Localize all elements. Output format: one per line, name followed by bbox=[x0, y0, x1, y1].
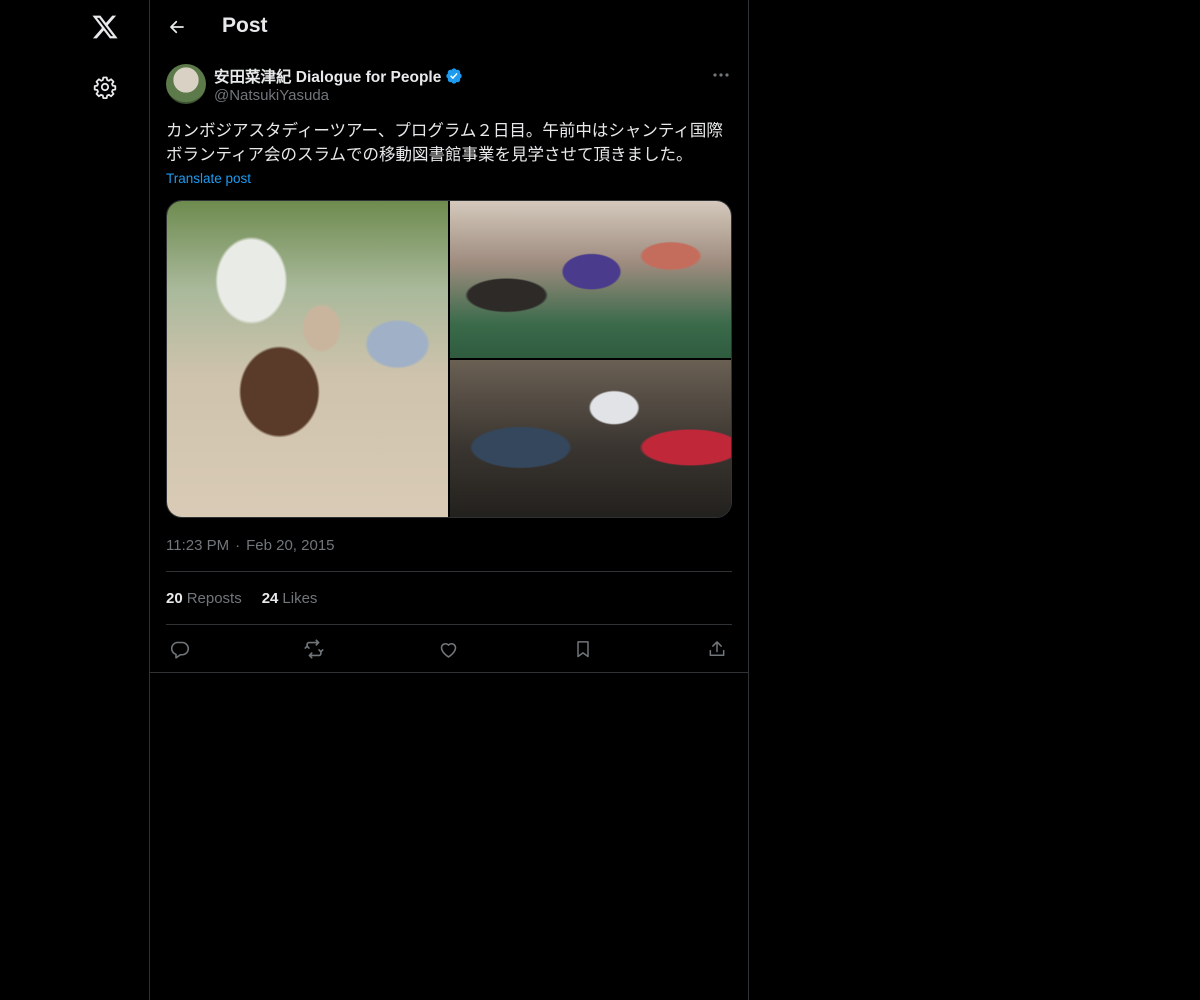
gear-icon[interactable] bbox=[91, 73, 119, 101]
bookmark-icon bbox=[576, 641, 589, 658]
separator-dot: · bbox=[235, 537, 241, 554]
author-name[interactable]: 安田菜津紀 Dialogue for People bbox=[214, 65, 463, 87]
left-nav bbox=[0, 0, 150, 1000]
translate-post-link[interactable]: Translate post bbox=[166, 171, 251, 186]
more-horizontal-icon bbox=[713, 73, 729, 77]
post-text: カンボジアスタディーツアー、プログラム２日目。午前中はシャンティ国際ボランティア… bbox=[166, 121, 723, 164]
likes-label: Likes bbox=[282, 590, 318, 607]
repost-button[interactable] bbox=[301, 636, 327, 662]
like-button[interactable] bbox=[435, 636, 461, 662]
post: 安田菜津紀 Dialogue for People @NatsukiYasuda… bbox=[166, 64, 732, 659]
divider bbox=[150, 672, 748, 673]
engagement-stats: 20 Reposts 24 Likes bbox=[166, 590, 317, 610]
more-button[interactable] bbox=[710, 66, 732, 84]
heart-icon bbox=[440, 642, 456, 658]
post-time[interactable]: 11:23 PM bbox=[166, 537, 229, 554]
author-row: 安田菜津紀 Dialogue for People @NatsukiYasuda bbox=[166, 64, 732, 106]
x-logo-icon[interactable] bbox=[89, 11, 121, 43]
share-icon bbox=[709, 641, 725, 656]
top-bar: Post bbox=[150, 0, 748, 54]
likes-count: 24 bbox=[261, 590, 279, 607]
media-grid bbox=[166, 200, 732, 518]
back-button[interactable] bbox=[164, 14, 190, 40]
reply-icon bbox=[170, 641, 189, 659]
likes-stat[interactable]: 24 Likes bbox=[262, 590, 318, 610]
divider bbox=[166, 624, 732, 625]
author-handle[interactable]: @NatsukiYasuda bbox=[214, 87, 329, 104]
reposts-stat[interactable]: 20 Reposts bbox=[166, 590, 242, 610]
author-display-name: 安田菜津紀 Dialogue for People bbox=[214, 69, 442, 86]
back-arrow-icon bbox=[170, 20, 184, 34]
page-title: Post bbox=[222, 14, 268, 37]
share-button[interactable] bbox=[704, 636, 730, 662]
reposts-count: 20 bbox=[166, 590, 183, 607]
verified-badge-icon bbox=[445, 67, 463, 85]
repost-icon bbox=[303, 639, 324, 659]
photo-2[interactable] bbox=[450, 201, 731, 358]
reply-button[interactable] bbox=[166, 636, 192, 662]
bookmark-button[interactable] bbox=[570, 636, 596, 662]
post-date[interactable]: Feb 20, 2015 bbox=[246, 537, 334, 554]
post-timestamp: 11:23 PM · Feb 20, 2015 bbox=[166, 537, 335, 554]
action-bar bbox=[166, 636, 732, 662]
photo-3[interactable] bbox=[450, 360, 731, 517]
divider bbox=[166, 571, 732, 572]
main-column: Post 安田菜津紀 Dialogue for People @NatsukiY… bbox=[149, 0, 749, 1000]
photo-1[interactable] bbox=[167, 201, 448, 517]
reposts-label: Reposts bbox=[186, 590, 242, 607]
app-root: Post 安田菜津紀 Dialogue for People @NatsukiY… bbox=[0, 0, 1200, 1000]
avatar[interactable] bbox=[166, 64, 206, 104]
